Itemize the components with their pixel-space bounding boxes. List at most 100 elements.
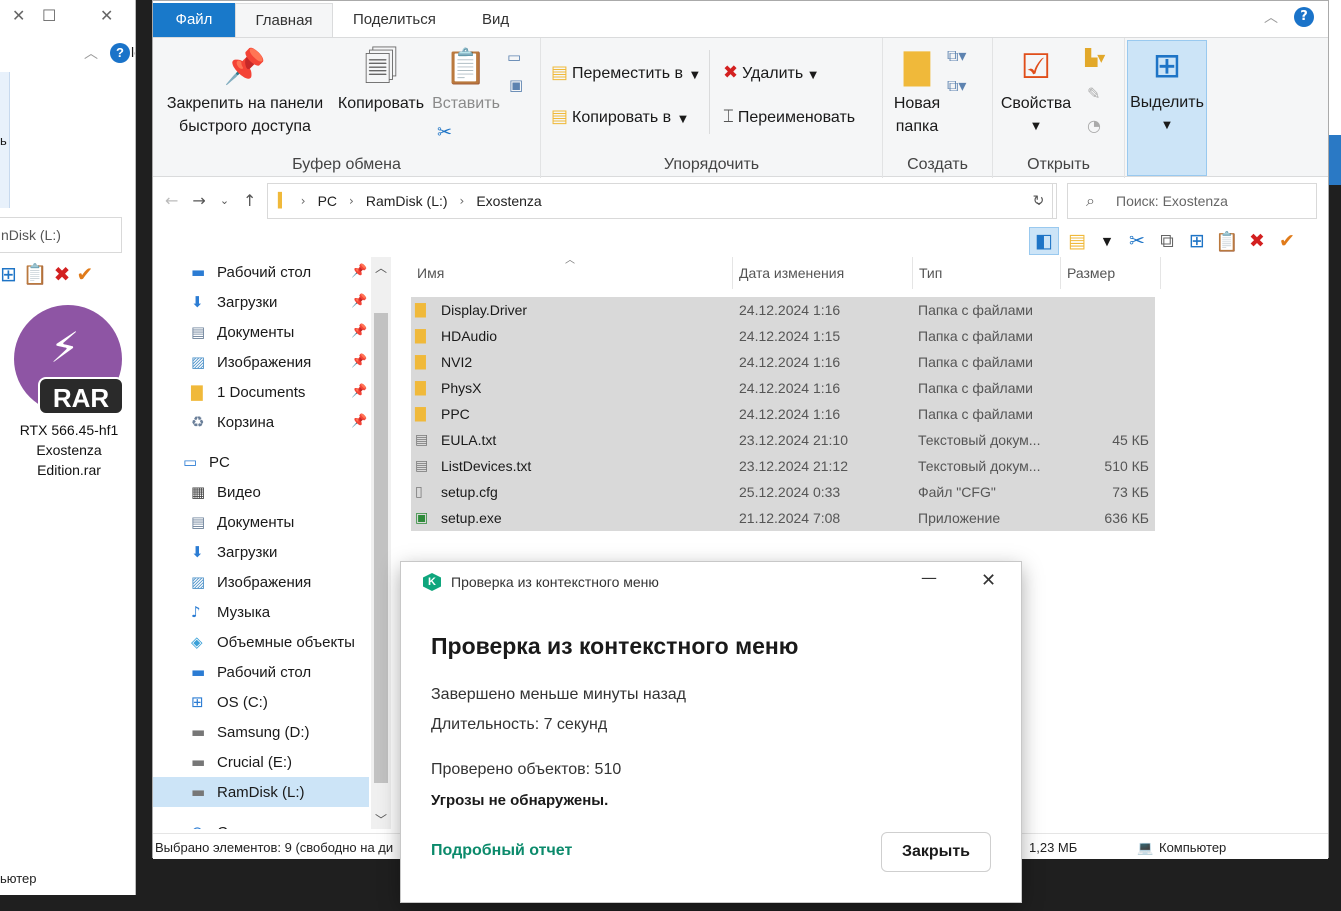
chevron-up-icon[interactable]: ︿: [1264, 7, 1278, 27]
select-all-icon[interactable]: ⊞: [0, 262, 17, 286]
breadcrumb-pc[interactable]: PC: [318, 193, 337, 209]
nav-item[interactable]: ▬ RamDisk (L:): [153, 777, 369, 807]
close-icon[interactable]: ✕: [12, 6, 25, 25]
new-item-icon[interactable]: ⧉▾: [947, 46, 966, 66]
pin-icon[interactable]: 📌: [351, 407, 367, 437]
copy-icon[interactable]: ⧉: [1155, 230, 1179, 252]
nav-item[interactable]: ♻ Корзина 📌: [191, 407, 367, 437]
tab-share[interactable]: Поделиться: [337, 3, 452, 37]
delete-icon[interactable]: ✖: [1245, 230, 1269, 252]
preview-pane-icon[interactable]: ◧: [1029, 227, 1059, 255]
forward-arrow-icon[interactable]: →: [192, 191, 205, 210]
back-arrow-icon[interactable]: ←: [165, 191, 178, 210]
breadcrumb-exostenza[interactable]: Exostenza: [476, 193, 541, 209]
select-all-icon[interactable]: ⊞: [1185, 230, 1209, 252]
column-header-name[interactable]: Имя: [411, 257, 733, 289]
nav-item[interactable]: ⊞ OS (C:): [191, 687, 268, 717]
tab-view[interactable]: Вид: [466, 3, 525, 37]
refresh-button[interactable]: ↻: [1021, 183, 1057, 219]
nav-item[interactable]: ◈ Объемные объекты: [191, 627, 355, 657]
nav-item[interactable]: ▨ Изображения: [191, 567, 311, 597]
history-icon[interactable]: ◔: [1087, 116, 1101, 135]
nav-item[interactable]: ▤ Документы 📌: [191, 317, 367, 347]
nav-item[interactable]: ▬ Рабочий стол 📌: [191, 257, 367, 287]
nav-item[interactable]: ▇ 1 Documents 📌: [191, 377, 367, 407]
file-row[interactable]: ▇ NVI2 24.12.2024 1:16 Папка с файлами: [411, 349, 1155, 375]
paste-icon[interactable]: 📋: [1215, 230, 1239, 253]
pin-icon[interactable]: 📌: [351, 287, 367, 317]
help-icon[interactable]: ?: [110, 43, 130, 63]
pin-icon[interactable]: 📌: [351, 347, 367, 377]
paste-button[interactable]: 📋 Вставить: [431, 46, 501, 115]
file-row[interactable]: ▤ ListDevices.txt 23.12.2024 21:12 Текстовы…: [411, 453, 1155, 479]
paste-icon[interactable]: 📋: [23, 262, 48, 286]
file-row[interactable]: ▣ setup.exe 21.12.2024 7:08 Приложение 636 К…: [411, 505, 1155, 531]
close-icon[interactable]: ✕: [981, 570, 996, 591]
pin-icon[interactable]: 📌: [351, 257, 367, 287]
close-button[interactable]: Закрыть: [881, 832, 991, 872]
properties-button[interactable]: ☑ Свойства ▼: [995, 46, 1077, 138]
check-icon[interactable]: ✔: [1275, 230, 1299, 252]
nav-item[interactable]: ▬ Рабочий стол: [191, 657, 311, 687]
nav-scrollbar[interactable]: ︿ ﹀: [371, 257, 391, 829]
nav-item[interactable]: ▦ Видео: [191, 477, 261, 507]
file-row[interactable]: ▯ setup.cfg 25.12.2024 0:33 Файл "CFG" 73 КБ: [411, 479, 1155, 505]
file-row[interactable]: ▇ HDAudio 24.12.2024 1:15 Папка с файлами: [411, 323, 1155, 349]
pin-icon[interactable]: 📌: [351, 377, 367, 407]
help-icon[interactable]: ?: [1294, 7, 1314, 27]
nav-item[interactable]: ⬇ Загрузки: [191, 537, 277, 567]
nav-item[interactable]: ▬ Samsung (D:): [191, 717, 310, 747]
detailed-report-link[interactable]: Подробный отчет: [431, 842, 572, 860]
copy-path-icon[interactable]: ▭: [507, 48, 521, 66]
move-to-button[interactable]: ▤ Переместить в ▼: [551, 62, 699, 83]
file-row[interactable]: ▤ EULA.txt 23.12.2024 21:10 Текстовый докум…: [411, 427, 1155, 453]
cut-icon[interactable]: ✂: [1125, 230, 1149, 252]
close-icon[interactable]: ✕: [100, 6, 113, 25]
scroll-up-icon[interactable]: ︿: [375, 259, 387, 276]
chevron-up-icon[interactable]: ︿: [84, 43, 98, 63]
file-row[interactable]: ▇ PPC 24.12.2024 1:16 Папка с файлами: [411, 401, 1155, 427]
address-bar[interactable]: nDisk (L:): [0, 217, 122, 253]
minimize-icon[interactable]: —: [921, 568, 937, 587]
nav-item[interactable]: ⬇ Загрузки 📌: [191, 287, 367, 317]
maximize-icon[interactable]: ☐: [42, 6, 56, 25]
tab-file[interactable]: Файл: [153, 3, 235, 37]
breadcrumb-ramdisk[interactable]: RamDisk (L:): [366, 193, 448, 209]
copy-to-button[interactable]: ▤ Копировать в ▼: [551, 106, 687, 127]
column-header-date[interactable]: Дата изменения: [733, 257, 913, 289]
rar-archive-icon[interactable]: ⚡ RAR: [14, 305, 124, 415]
column-header-type[interactable]: Тип: [913, 257, 1061, 289]
cut-icon[interactable]: ✂: [437, 122, 452, 143]
copy-button[interactable]: 🗐 Копировать: [333, 46, 429, 115]
check-icon[interactable]: ✔: [76, 262, 93, 286]
dropdown-arrow-icon[interactable]: ▼: [1095, 235, 1119, 248]
search-input[interactable]: ⌕ Поиск: Exostenza: [1067, 183, 1317, 219]
file-row[interactable]: ▇ Display.Driver 24.12.2024 1:16 Папка с фа…: [411, 297, 1155, 323]
scrollbar-thumb[interactable]: [374, 313, 388, 783]
nav-item[interactable]: ▬ Crucial (E:): [191, 747, 292, 777]
file-row[interactable]: ▇ PhysX 24.12.2024 1:16 Папка с файлами: [411, 375, 1155, 401]
nav-item[interactable]: ⊕ Сеть: [191, 817, 250, 829]
open-folder-icon[interactable]: ▙▾: [1085, 48, 1105, 67]
delete-icon[interactable]: ✖: [54, 262, 71, 286]
nav-item[interactable]: ▤ Документы: [191, 507, 294, 537]
address-bar[interactable]: ▍ › PC › RamDisk (L:) › Exostenza ⌄: [267, 183, 1053, 219]
paste-shortcut-icon[interactable]: ▣: [509, 76, 523, 94]
easy-access-icon[interactable]: ⧉▾: [947, 76, 966, 96]
nav-item[interactable]: ▭ PC: [183, 447, 230, 477]
nav-item[interactable]: ▨ Изображения 📌: [191, 347, 367, 377]
tab-home[interactable]: Главная: [235, 3, 333, 37]
rename-button[interactable]: ⌶ Переименовать: [723, 106, 855, 127]
edit-icon[interactable]: ✎: [1087, 84, 1100, 103]
nav-item[interactable]: ♪ Музыка: [191, 597, 270, 627]
delete-button[interactable]: ✖ Удалить ▼: [723, 62, 817, 83]
pin-button[interactable]: 📌 Закрепить на панели быстрого доступа: [159, 46, 331, 138]
select-button[interactable]: ⊞ Выделить ▼: [1127, 40, 1207, 176]
recent-dropdown-icon[interactable]: ⌄: [220, 191, 229, 210]
properties-icon[interactable]: ▤: [1065, 230, 1089, 252]
pin-icon[interactable]: 📌: [351, 317, 367, 347]
column-header-size[interactable]: Размер: [1061, 257, 1161, 289]
up-arrow-icon[interactable]: ↑: [243, 191, 256, 210]
desktop-file-name[interactable]: RTX 566.45-hf1 Exostenza Edition.rar: [6, 420, 132, 480]
new-folder-button[interactable]: ▇ Новая папка: [885, 46, 949, 138]
